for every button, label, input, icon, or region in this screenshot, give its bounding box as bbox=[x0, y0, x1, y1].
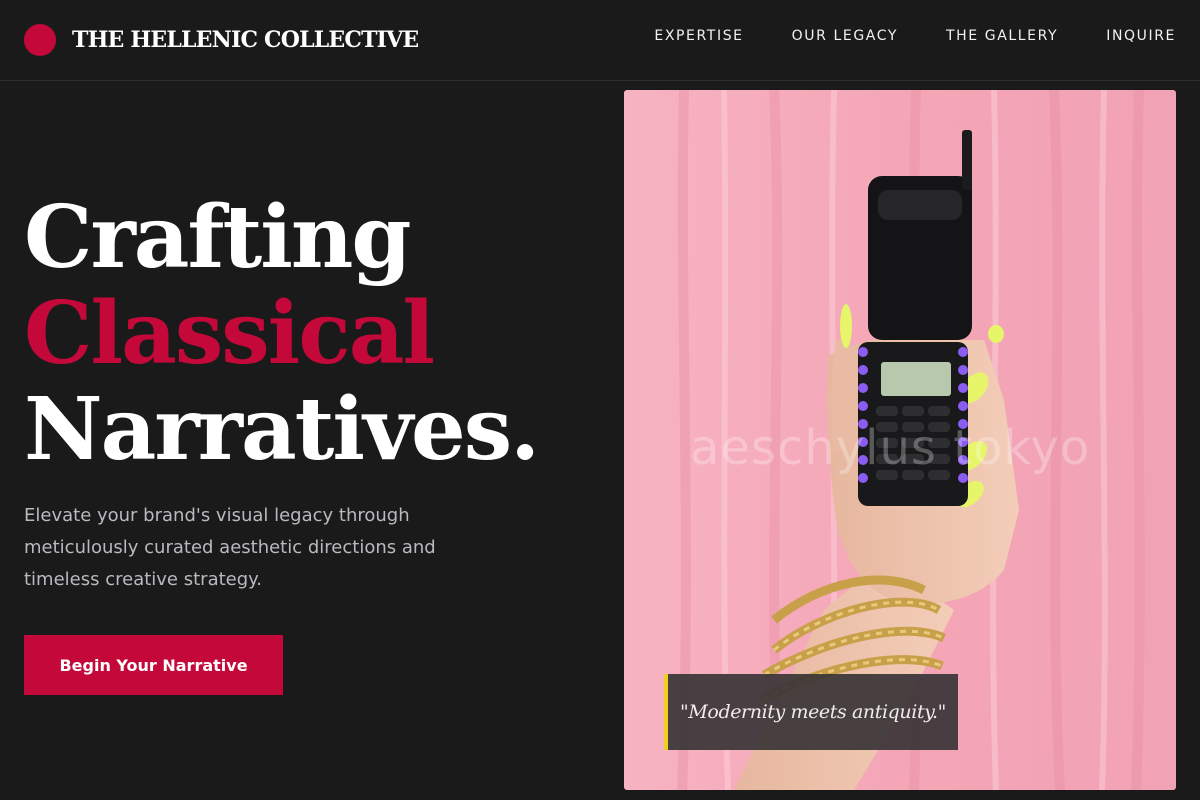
nav-link-our-legacy[interactable]: OUR LEGACY bbox=[792, 28, 898, 44]
main-nav: EXPERTISE OUR LEGACY THE GALLERY INQUIRE bbox=[654, 28, 1176, 44]
quote-card: "Modernity meets antiquity." bbox=[664, 674, 958, 750]
headline-line-classical: Classical bbox=[24, 283, 435, 384]
begin-narrative-button[interactable]: Begin Your Narrative bbox=[24, 635, 283, 695]
site-header: THE HELLENIC COLLECTIVE EXPERTISE OUR LE… bbox=[0, 0, 1200, 81]
photo-watermark: aeschylus tokyo bbox=[690, 420, 1091, 476]
headline-line-crafting: Crafting bbox=[24, 187, 412, 288]
brand-name[interactable]: THE HELLENIC COLLECTIVE bbox=[72, 27, 419, 53]
nav-link-the-gallery[interactable]: THE GALLERY bbox=[946, 28, 1058, 44]
logo-icon[interactable] bbox=[24, 24, 56, 56]
nav-link-inquire[interactable]: INQUIRE bbox=[1106, 28, 1176, 44]
nav-link-expertise[interactable]: EXPERTISE bbox=[654, 28, 743, 44]
quote-text: "Modernity meets antiquity." bbox=[680, 701, 946, 723]
hero-subtitle: Elevate your brand's visual legacy throu… bbox=[24, 505, 436, 590]
hero-headline: Crafting Classical Narratives. bbox=[24, 187, 540, 480]
headline-line-narratives: Narratives. bbox=[24, 379, 540, 480]
